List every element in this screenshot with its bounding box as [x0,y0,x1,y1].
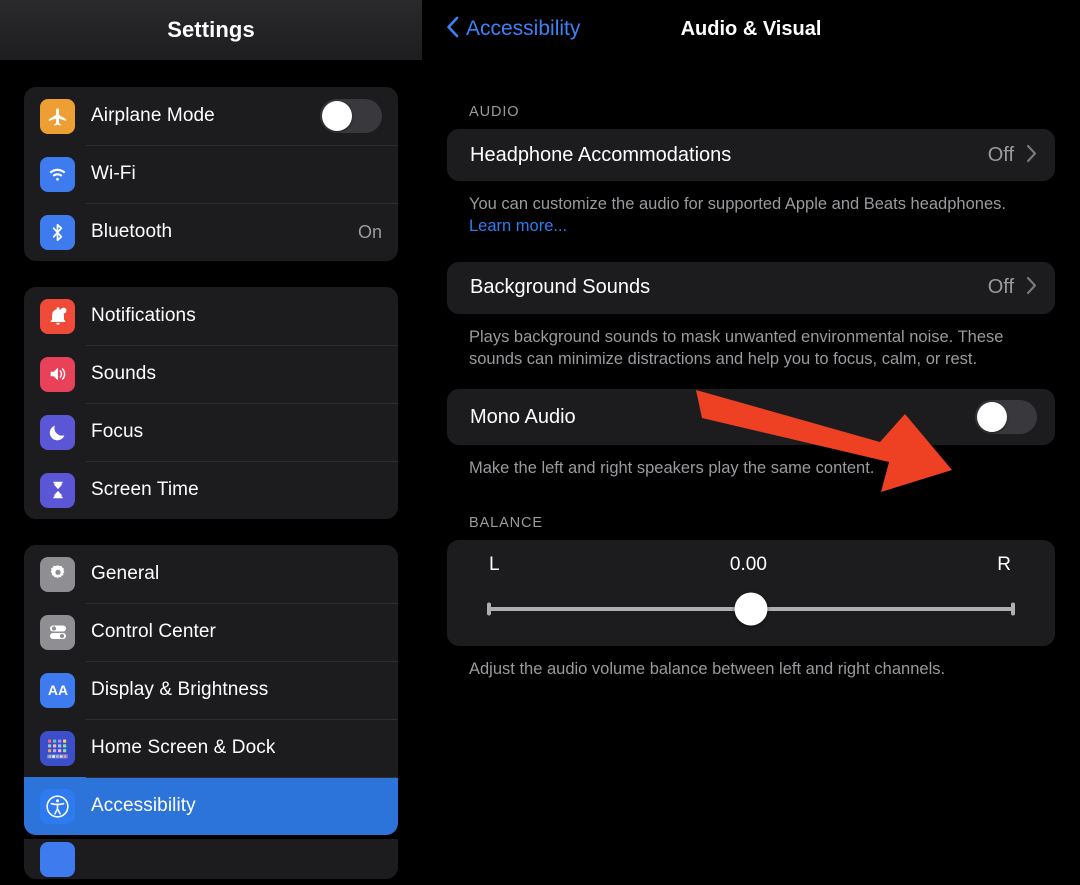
footnote-balance: Adjust the audio volume balance between … [469,660,946,679]
moon-icon [40,414,75,450]
chevron-left-icon [446,16,459,42]
slider-knob[interactable] [734,592,768,626]
chevron-right-icon [1026,144,1037,167]
wifi-icon [40,156,75,192]
sidebar-item-label: Screen Time [91,479,199,500]
card-balance: L 0.00 R [447,540,1055,647]
row-headphone-accommodations[interactable]: Headphone Accommodations Off [447,129,1055,181]
section-header-audio: AUDIO [469,104,520,120]
sidebar-group-alerts: Notifications Sounds Focus Screen Time [24,287,398,519]
sidebar-item-display-brightness[interactable]: AA Display & Brightness [24,661,398,719]
sidebar-item-sounds[interactable]: Sounds [24,345,398,403]
sidebar-item-bluetooth[interactable]: Bluetooth On [24,203,398,261]
bluetooth-icon [40,214,75,250]
settings-sidebar: Settings Airplane Mode Wi-Fi Bluetooth O… [0,0,422,885]
partial-app-icon [40,841,75,877]
mono-audio-toggle[interactable] [975,400,1037,435]
balance-right-label: R [997,554,1011,576]
sidebar-header: Settings [0,0,422,61]
detail-pane: Accessibility Audio & Visual AUDIO Headp… [422,0,1080,885]
card-headphone-accommodations: Headphone Accommodations Off [447,129,1055,181]
chevron-right-icon [1026,276,1037,299]
sidebar-body: Airplane Mode Wi-Fi Bluetooth On Notific… [0,87,422,879]
sidebar-item-label: Control Center [91,621,216,642]
slider-cap-right [1011,602,1015,616]
row-value: Off [987,276,1014,299]
hourglass-icon [40,472,75,508]
sidebar-item-label: Airplane Mode [91,105,215,126]
balance-slider[interactable] [469,592,1033,626]
slider-cap-left [487,602,491,616]
sidebar-item-airplane-mode[interactable]: Airplane Mode [24,87,398,145]
footnote-mono-audio: Make the left and right speakers play th… [469,459,875,478]
home-screen-icon [40,730,75,766]
detail-body: AUDIO Headphone Accommodations Off You c… [422,104,1080,681]
sidebar-item-notifications[interactable]: Notifications [24,287,398,345]
row-background-sounds[interactable]: Background Sounds Off [447,262,1055,314]
sidebar-item-label: Home Screen & Dock [91,737,276,758]
sidebar-item-label: Wi-Fi [91,163,136,184]
balance-value: 0.00 [729,554,767,576]
sidebar-item-value: On [357,221,382,242]
balance-left-label: L [489,554,500,576]
sidebar-item-label: Display & Brightness [91,679,269,700]
row-label: Headphone Accommodations [470,143,732,166]
sidebar-item-label: Accessibility [91,795,196,816]
learn-more-link[interactable]: Learn more... [469,217,567,235]
footnote-headphone-accommodations: You can customize the audio for supporte… [469,193,1044,238]
toggle-knob [977,402,1007,433]
control-center-icon [40,614,75,650]
footnote-background-sounds: Plays background sounds to mask unwanted… [469,327,1004,368]
sidebar-item-focus[interactable]: Focus [24,403,398,461]
row-label: Background Sounds [470,276,651,299]
footnote-text: You can customize the audio for supporte… [469,195,1006,213]
page-title: Settings [167,17,255,42]
card-background-sounds: Background Sounds Off [447,261,1055,314]
sidebar-item-label: Bluetooth [91,221,173,242]
row-value: Off [987,143,1014,166]
sidebar-item-partial[interactable] [24,839,398,879]
display-brightness-icon: AA [40,672,75,708]
ipad-settings-screen: Settings Airplane Mode Wi-Fi Bluetooth O… [0,0,1080,885]
back-button[interactable]: Accessibility [446,16,580,42]
sidebar-item-control-center[interactable]: Control Center [24,603,398,661]
sidebar-item-label: Notifications [91,305,196,326]
sidebar-item-general[interactable]: General [24,545,398,603]
toggle-knob [322,101,352,131]
balance-labels: L 0.00 R [469,554,1033,576]
bell-icon [40,298,75,334]
sidebar-group-system: General Control Center AA Display & Brig… [24,545,398,835]
sidebar-item-label: Focus [91,421,144,442]
row-mono-audio[interactable]: Mono Audio [447,389,1055,445]
airplane-icon [40,98,75,134]
sidebar-item-wifi[interactable]: Wi-Fi [24,145,398,203]
sidebar-item-label: Sounds [91,363,157,384]
row-label: Mono Audio [470,405,576,428]
detail-header: Accessibility Audio & Visual [422,0,1080,58]
accessibility-icon [40,788,75,824]
svg-text:AA: AA [47,682,67,698]
sidebar-item-label: General [91,563,160,584]
sidebar-item-screen-time[interactable]: Screen Time [24,461,398,519]
sidebar-group-connectivity: Airplane Mode Wi-Fi Bluetooth On [24,87,398,261]
speaker-icon [40,356,75,392]
sidebar-item-home-screen-dock[interactable]: Home Screen & Dock [24,719,398,777]
card-mono-audio: Mono Audio [447,389,1055,446]
back-button-label: Accessibility [466,17,581,40]
sidebar-item-accessibility[interactable]: Accessibility [24,777,398,835]
gear-icon [40,556,75,592]
airplane-mode-toggle[interactable] [320,99,382,133]
section-header-balance: BALANCE [469,515,543,532]
sidebar-group-next-partial [24,839,398,879]
